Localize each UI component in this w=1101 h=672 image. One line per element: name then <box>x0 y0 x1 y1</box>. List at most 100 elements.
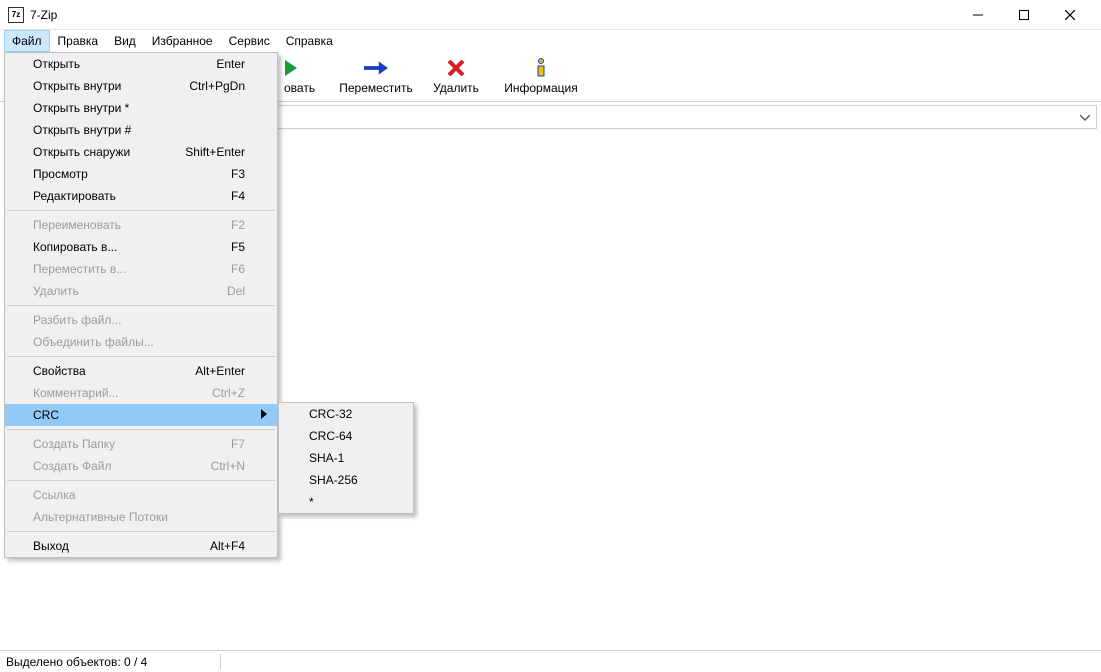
menu-item-open-inside[interactable]: Открыть внутри Ctrl+PgDn <box>5 75 277 97</box>
toolbar-copy-label: овать <box>284 81 315 95</box>
menu-item-split: Разбить файл... <box>5 309 277 331</box>
menu-item-label: SHA-256 <box>309 473 358 487</box>
close-button[interactable] <box>1047 0 1093 30</box>
submenu-arrow-icon <box>261 408 267 422</box>
menu-item-label: Редактировать <box>33 189 116 203</box>
submenu-item-crc32[interactable]: CRC-32 <box>279 403 413 425</box>
toolbar-move-label: Переместить <box>339 81 413 95</box>
menu-item-label: Открыть снаружи <box>33 145 130 159</box>
toolbar-info-button[interactable]: Информация <box>496 58 586 95</box>
menu-item-rename: Переименовать F2 <box>5 214 277 236</box>
menu-item-open-inside-hash[interactable]: Открыть внутри # <box>5 119 277 141</box>
menu-item-edit[interactable]: Редактировать F4 <box>5 185 277 207</box>
menu-item-label: * <box>309 495 314 509</box>
menu-item-label: Ссылка <box>33 488 75 502</box>
submenu-item-sha1[interactable]: SHA-1 <box>279 447 413 469</box>
menu-item-view[interactable]: Просмотр F3 <box>5 163 277 185</box>
app-icon: 7z <box>8 7 24 23</box>
menu-item-crc[interactable]: CRC <box>5 404 277 426</box>
menu-separator <box>7 356 275 357</box>
menu-separator <box>7 531 275 532</box>
menu-file[interactable]: Файл <box>4 30 50 52</box>
menu-item-label: Переместить в... <box>33 262 126 276</box>
menu-item-delete: Удалить Del <box>5 280 277 302</box>
menu-item-link: Ссылка <box>5 484 277 506</box>
menu-separator <box>7 210 275 211</box>
menu-item-shortcut: Ctrl+Z <box>212 386 245 400</box>
menu-item-label: Комментарий... <box>33 386 119 400</box>
menu-item-label: CRC-64 <box>309 429 352 443</box>
menu-item-shortcut: F5 <box>231 240 245 254</box>
menu-item-label: Удалить <box>33 284 79 298</box>
menu-item-label: CRC <box>33 408 59 422</box>
minimize-button[interactable] <box>955 0 1001 30</box>
file-menu-dropdown: Открыть Enter Открыть внутри Ctrl+PgDn О… <box>4 52 278 558</box>
window-title: 7-Zip <box>30 8 57 22</box>
menu-item-label: Выход <box>33 539 69 553</box>
menu-item-label: Объединить файлы... <box>33 335 154 349</box>
arrow-right-icon <box>284 58 308 78</box>
menu-separator <box>7 305 275 306</box>
menu-item-shortcut: Enter <box>216 57 245 71</box>
menu-item-label: Свойства <box>33 364 86 378</box>
menu-item-label: Копировать в... <box>33 240 117 254</box>
submenu-item-star[interactable]: * <box>279 491 413 513</box>
menu-item-shortcut: Shift+Enter <box>185 145 245 159</box>
menu-item-open-outside[interactable]: Открыть снаружи Shift+Enter <box>5 141 277 163</box>
menu-item-label: Разбить файл... <box>33 313 121 327</box>
menu-item-shortcut: F4 <box>231 189 245 203</box>
menu-edit[interactable]: Правка <box>50 30 107 52</box>
menu-tools[interactable]: Сервис <box>221 30 278 52</box>
menu-item-label: Альтернативные Потоки <box>33 510 168 524</box>
submenu-item-sha256[interactable]: SHA-256 <box>279 469 413 491</box>
menu-item-open-inside-star[interactable]: Открыть внутри * <box>5 97 277 119</box>
menu-item-open[interactable]: Открыть Enter <box>5 53 277 75</box>
menu-item-label: Создать Папку <box>33 437 115 451</box>
menu-item-shortcut: F6 <box>231 262 245 276</box>
menu-item-shortcut: F3 <box>231 167 245 181</box>
menu-item-shortcut: F7 <box>231 437 245 451</box>
menu-item-combine: Объединить файлы... <box>5 331 277 353</box>
menu-item-exit[interactable]: Выход Alt+F4 <box>5 535 277 557</box>
menu-item-shortcut: Del <box>227 284 245 298</box>
arrow-right-icon <box>364 58 388 78</box>
menu-item-shortcut: Ctrl+PgDn <box>189 79 245 93</box>
menu-help[interactable]: Справка <box>278 30 341 52</box>
menu-separator <box>7 429 275 430</box>
crc-submenu: CRC-32 CRC-64 SHA-1 SHA-256 * <box>278 402 414 514</box>
menu-item-label: Переименовать <box>33 218 121 232</box>
menu-item-shortcut: Alt+F4 <box>210 539 245 553</box>
x-icon <box>444 58 468 78</box>
titlebar: 7z 7-Zip <box>0 0 1101 30</box>
menu-favorites[interactable]: Избранное <box>144 30 221 52</box>
submenu-item-crc64[interactable]: CRC-64 <box>279 425 413 447</box>
menu-item-create-folder: Создать Папку F7 <box>5 433 277 455</box>
menu-item-label: Открыть внутри # <box>33 123 131 137</box>
info-icon <box>529 58 553 78</box>
menu-item-alt-streams: Альтернативные Потоки <box>5 506 277 528</box>
toolbar-delete-label: Удалить <box>433 81 479 95</box>
menu-item-comment: Комментарий... Ctrl+Z <box>5 382 277 404</box>
menu-view[interactable]: Вид <box>106 30 144 52</box>
menu-item-label: CRC-32 <box>309 407 352 421</box>
maximize-button[interactable] <box>1001 0 1047 30</box>
menu-item-copy-to[interactable]: Копировать в... F5 <box>5 236 277 258</box>
menubar: Файл Правка Вид Избранное Сервис Справка <box>0 30 1101 52</box>
chevron-down-icon[interactable] <box>1080 110 1090 124</box>
menu-item-move-to: Переместить в... F6 <box>5 258 277 280</box>
menu-separator <box>7 480 275 481</box>
menu-item-shortcut: Alt+Enter <box>195 364 245 378</box>
menu-item-label: Открыть <box>33 57 80 71</box>
status-selected: Выделено объектов: 0 / 4 <box>6 655 220 669</box>
menu-item-label: Создать Файл <box>33 459 111 473</box>
status-separator <box>220 654 221 670</box>
toolbar-move-button[interactable]: Переместить <box>336 58 416 95</box>
toolbar-delete-button[interactable]: Удалить <box>416 58 496 95</box>
menu-item-properties[interactable]: Свойства Alt+Enter <box>5 360 277 382</box>
menu-item-create-file: Создать Файл Ctrl+N <box>5 455 277 477</box>
menu-item-label: SHA-1 <box>309 451 344 465</box>
menu-item-shortcut: Ctrl+N <box>211 459 245 473</box>
toolbar-info-label: Информация <box>504 81 577 95</box>
menu-item-label: Просмотр <box>33 167 88 181</box>
toolbar-copy-button[interactable]: овать <box>284 58 336 95</box>
